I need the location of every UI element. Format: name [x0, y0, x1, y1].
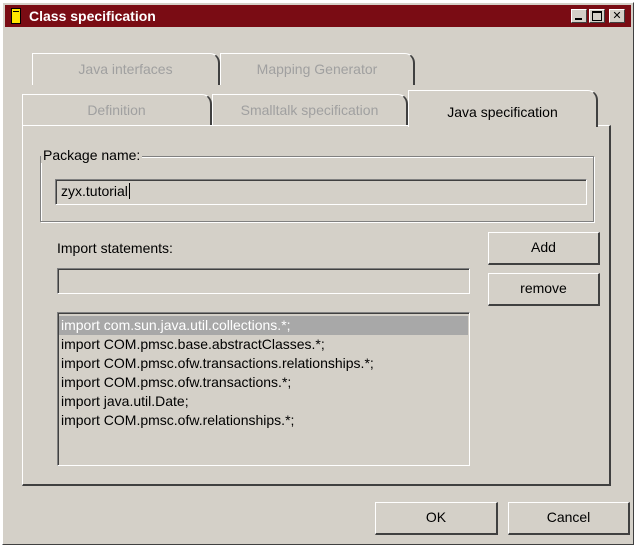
package-name-label: Package name: [41, 147, 143, 163]
import-statements-list[interactable]: import com.sun.java.util.collections.*; … [57, 312, 470, 466]
title-bar[interactable]: Class specification ✕ [5, 5, 631, 27]
import-statement-input[interactable] [57, 268, 470, 294]
import-statements-label: Import statements: [57, 240, 173, 256]
tab-java-interfaces[interactable]: Java interfaces [32, 53, 220, 85]
app-icon [11, 8, 21, 24]
tab-label: Java specification [447, 104, 558, 120]
list-item[interactable]: import COM.pmsc.base.abstractClasses.*; [59, 335, 468, 354]
list-item[interactable]: import java.util.Date; [59, 392, 468, 411]
tab-definition[interactable]: Definition [22, 94, 212, 126]
tab-java-specification[interactable]: Java specification [408, 90, 598, 127]
ok-button[interactable]: OK [375, 502, 498, 535]
package-name-value: zyx.tutorial [61, 183, 130, 199]
list-item[interactable]: import COM.pmsc.ofw.transactions.relatio… [59, 354, 468, 373]
tab-label: Java interfaces [78, 61, 173, 77]
maximize-icon[interactable] [589, 9, 605, 23]
list-item[interactable]: import COM.pmsc.ofw.transactions.*; [59, 373, 468, 392]
remove-button[interactable]: remove [488, 273, 600, 306]
list-item[interactable]: import COM.pmsc.ofw.relationships.*; [59, 411, 468, 430]
tab-label: Smalltalk specification [240, 102, 379, 118]
package-name-input[interactable]: zyx.tutorial [55, 179, 587, 205]
add-button[interactable]: Add [488, 232, 600, 265]
tab-label: Mapping Generator [256, 61, 378, 77]
cancel-button[interactable]: Cancel [508, 502, 630, 535]
window-title: Class specification [29, 8, 156, 24]
close-icon[interactable]: ✕ [609, 9, 625, 23]
text-caret [128, 183, 130, 199]
tab-mapping-generator[interactable]: Mapping Generator [220, 53, 415, 85]
minimize-icon[interactable] [571, 9, 587, 23]
tab-label: Definition [87, 102, 146, 118]
java-specification-panel: Package name: zyx.tutorial Import statem… [22, 125, 611, 486]
tab-smalltalk-specification[interactable]: Smalltalk specification [212, 94, 408, 126]
list-item[interactable]: import com.sun.java.util.collections.*; [59, 316, 468, 335]
